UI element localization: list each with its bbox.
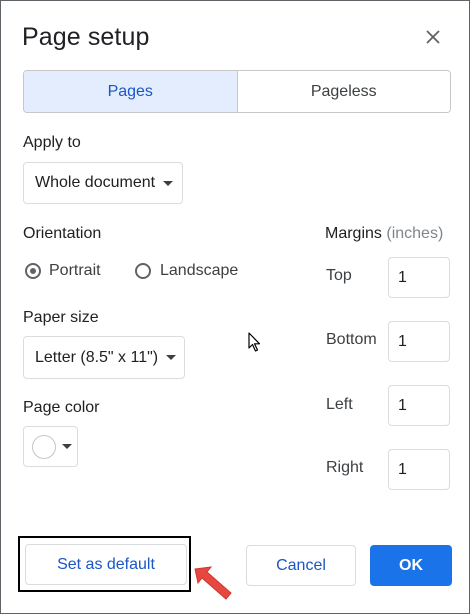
dropdown-caret-icon — [163, 180, 174, 186]
landscape-label[interactable]: Landscape — [160, 262, 238, 280]
tab-pageless[interactable]: Pageless — [237, 71, 450, 112]
portrait-label[interactable]: Portrait — [49, 262, 101, 280]
color-swatch — [32, 434, 56, 459]
ok-button[interactable]: OK — [370, 545, 452, 586]
apply-to-value: Whole document — [35, 174, 156, 191]
margin-bottom-label: Bottom — [326, 331, 377, 348]
dialog-title: Page setup — [22, 23, 150, 51]
paper-size-value: Letter (8.5" x 11") — [35, 348, 159, 366]
dropdown-caret-icon — [166, 355, 177, 360]
margins-heading: Margins (inches) — [325, 225, 443, 243]
set-as-default-button[interactable]: Set as default — [25, 544, 187, 585]
close-icon — [426, 30, 440, 44]
mode-toggle: Pages Pageless — [23, 70, 451, 113]
paper-size-dropdown[interactable]: Letter (8.5" x 11") — [23, 336, 185, 379]
apply-to-label: Apply to — [23, 134, 81, 151]
tab-pages[interactable]: Pages — [24, 71, 238, 112]
portrait-radio[interactable] — [25, 263, 41, 279]
landscape-radio[interactable] — [135, 263, 151, 279]
page-setup-dialog: Page setup Pages Pageless Apply to Whole… — [0, 0, 470, 614]
page-color-label: Page color — [23, 399, 100, 416]
cancel-button[interactable]: Cancel — [246, 545, 356, 586]
margin-top-label: Top — [326, 267, 352, 284]
page-color-picker[interactable] — [23, 426, 78, 467]
margins-unit: (inches) — [386, 225, 444, 242]
annotation-arrow-icon — [191, 563, 237, 608]
margin-top-input[interactable]: 1 — [388, 257, 450, 298]
margin-left-input[interactable]: 1 — [388, 385, 450, 426]
dropdown-caret-icon — [62, 444, 72, 449]
margin-right-input[interactable]: 1 — [388, 449, 450, 490]
margin-right-label: Right — [326, 459, 364, 476]
paper-size-label: Paper size — [23, 309, 99, 326]
margins-title: Margins — [325, 225, 382, 242]
margin-bottom-input[interactable]: 1 — [388, 321, 450, 362]
orientation-label: Orientation — [23, 225, 102, 242]
apply-to-dropdown[interactable]: Whole document — [23, 162, 183, 204]
close-button[interactable] — [421, 25, 445, 49]
mouse-pointer-icon — [248, 332, 262, 357]
margin-left-label: Left — [326, 396, 353, 413]
